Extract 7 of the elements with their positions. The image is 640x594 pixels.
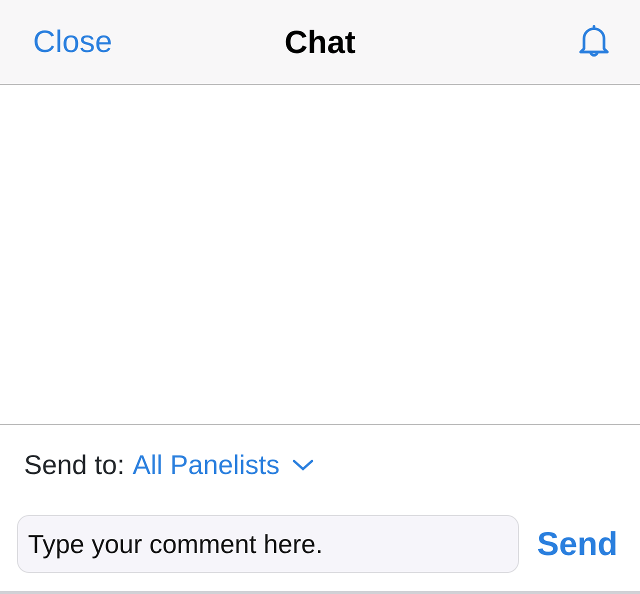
recipient-dropdown[interactable]: All Panelists — [132, 444, 314, 486]
chevron-down-icon — [292, 458, 314, 472]
send-to-label: Send to: — [24, 448, 125, 482]
comment-field[interactable]: Type your comment here. — [17, 515, 519, 573]
chat-title: Chat — [284, 23, 356, 62]
send-button[interactable]: Send — [537, 519, 618, 569]
close-button[interactable]: Close — [33, 18, 112, 66]
